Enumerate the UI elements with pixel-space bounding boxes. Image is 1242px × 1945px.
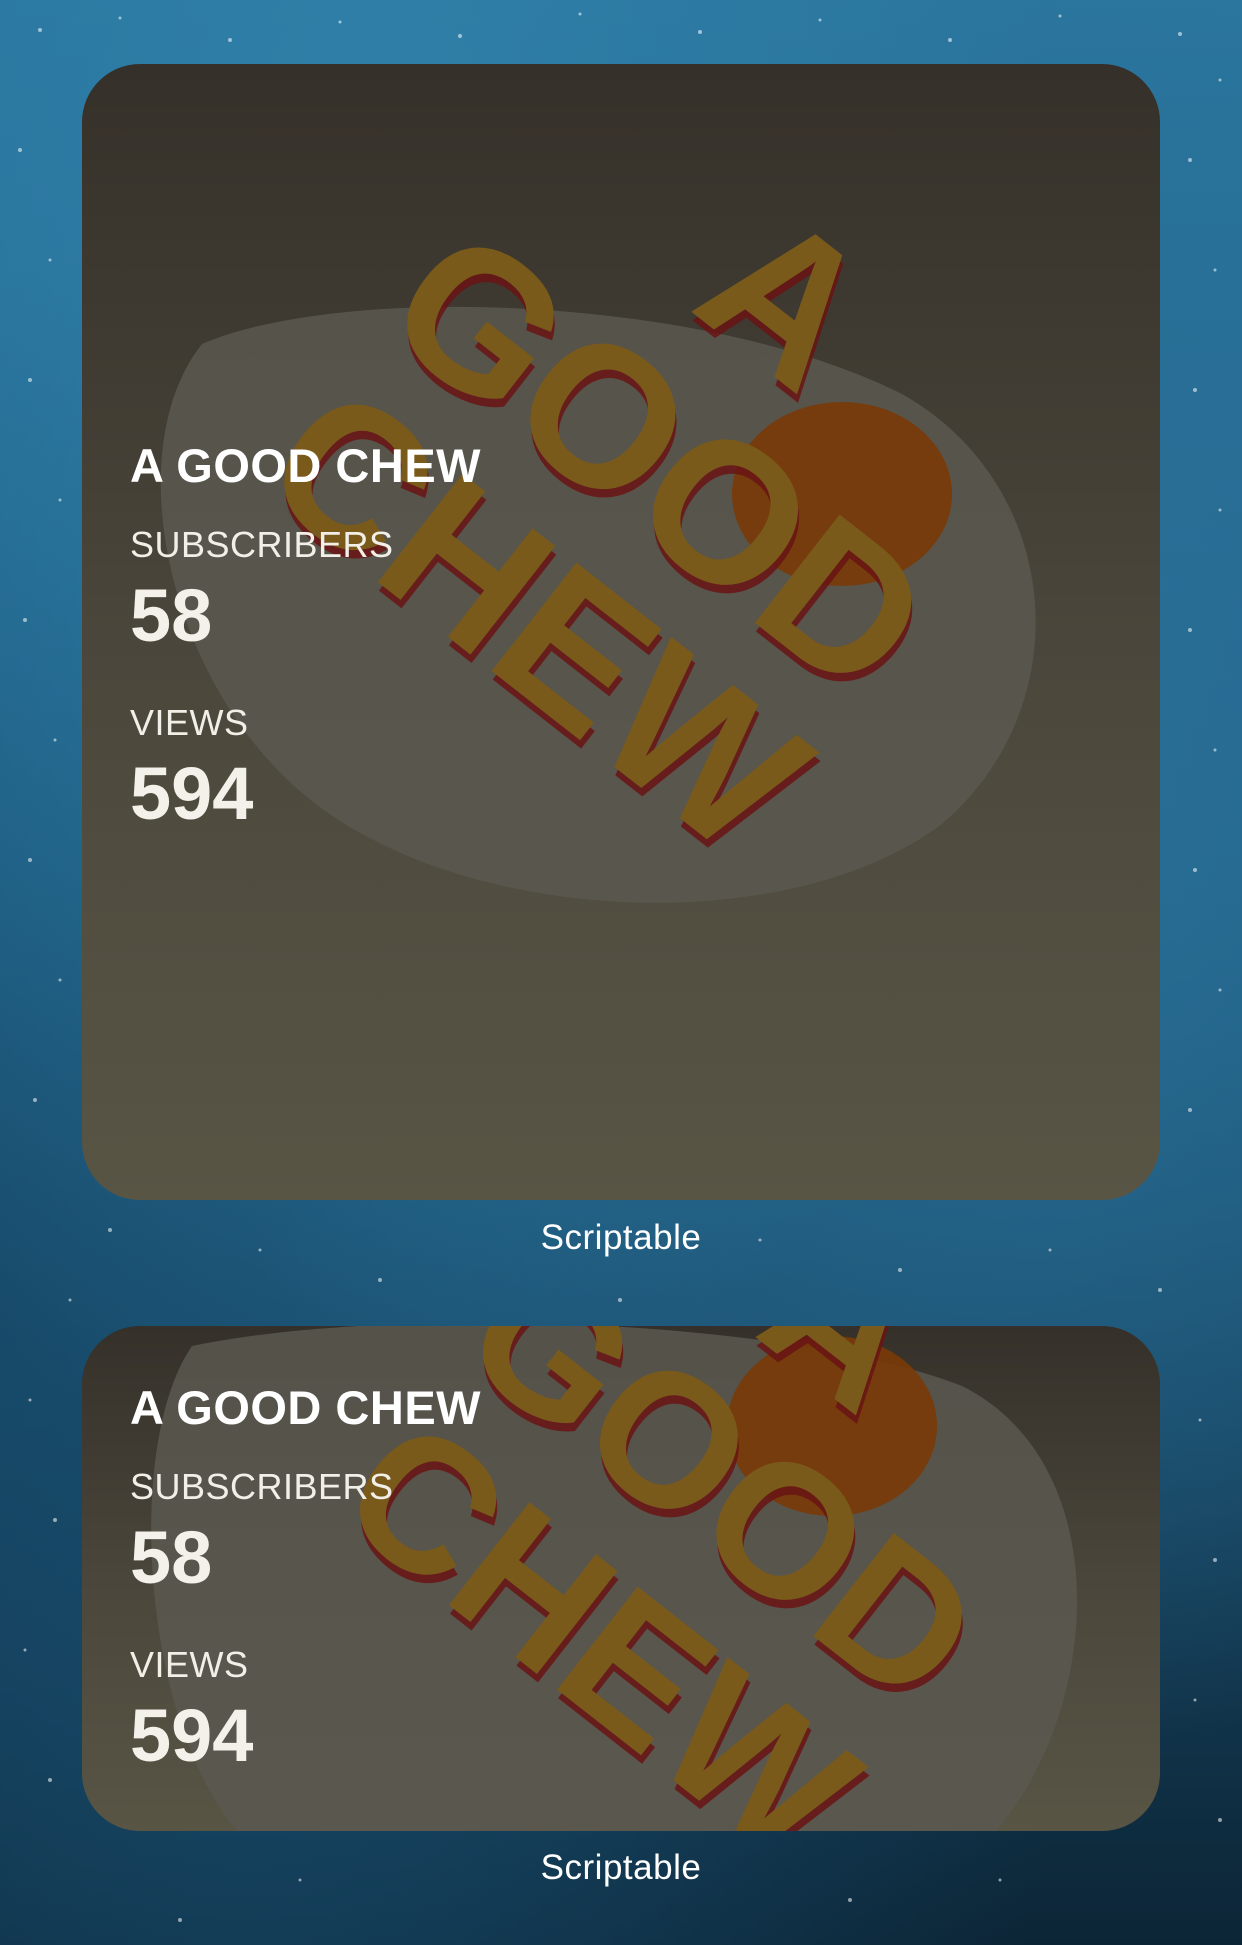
widget-stats: A GOOD CHEW SUBSCRIBERS 58 VIEWS 594 bbox=[130, 442, 481, 831]
widget-title: A GOOD CHEW bbox=[130, 439, 482, 492]
subscribers-value: 58 bbox=[130, 1516, 213, 1599]
subscribers-value: 58 bbox=[130, 574, 213, 657]
medium-widget[interactable]: A A GOOD GOOD CHEW CHEW A GOOD CHEW SUBS… bbox=[82, 1326, 1160, 1831]
widget-app-label: Scriptable bbox=[540, 1848, 702, 1887]
views-value: 594 bbox=[130, 752, 254, 835]
widget-stats: A GOOD CHEW SUBSCRIBERS 58 VIEWS 594 bbox=[130, 1384, 481, 1773]
views-label: VIEWS bbox=[130, 1644, 249, 1685]
subscribers-label: SUBSCRIBERS bbox=[130, 1466, 394, 1507]
views-label: VIEWS bbox=[130, 702, 249, 743]
widget-app-label: Scriptable bbox=[540, 1218, 702, 1257]
large-widget[interactable]: A A GOOD GOOD CHEW CHEW A GOOD CHEW SUBS… bbox=[82, 64, 1160, 1200]
widget-title: A GOOD CHEW bbox=[130, 1381, 482, 1434]
subscribers-label: SUBSCRIBERS bbox=[130, 524, 394, 565]
views-value: 594 bbox=[130, 1694, 254, 1777]
